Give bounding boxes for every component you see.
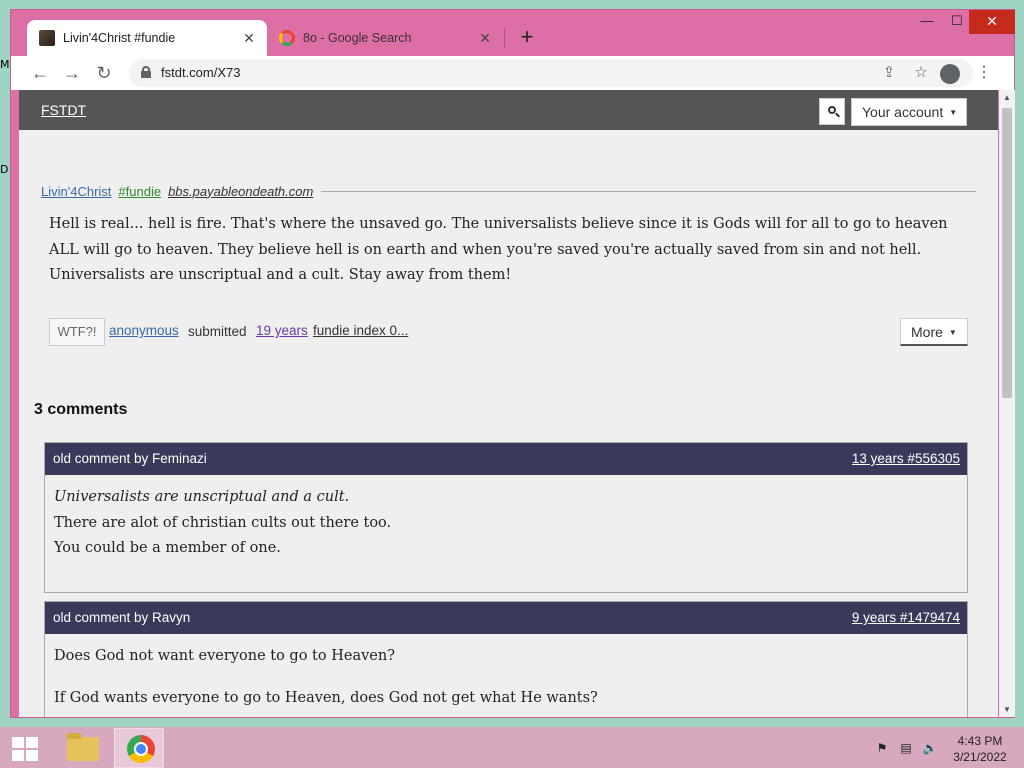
title-bar: Livin'4Christ #fundie ✕ 8o - Google Sear… xyxy=(11,10,1015,56)
site-header: FSTDT Your account ▼ xyxy=(19,90,998,130)
google-favicon-icon xyxy=(279,30,295,46)
folder-icon xyxy=(67,733,99,761)
chrome-icon xyxy=(127,735,155,763)
tab-close-icon[interactable]: ✕ xyxy=(239,30,259,47)
back-button[interactable]: ← xyxy=(27,60,53,86)
clock-date: 3/21/2022 xyxy=(953,750,1007,764)
tab-separator xyxy=(504,28,505,48)
meta-divider xyxy=(321,190,976,192)
windows-logo-icon xyxy=(12,737,24,748)
volume-icon[interactable]: 🔈 xyxy=(922,741,938,755)
account-button[interactable]: Your account ▼ xyxy=(851,98,967,126)
search-button[interactable] xyxy=(819,98,845,125)
scroll-up-icon[interactable]: ▲ xyxy=(1003,93,1011,102)
reload-button[interactable]: ↻ xyxy=(91,60,117,86)
comment-author: old comment by Feminazi xyxy=(53,451,207,466)
new-tab-button[interactable]: + xyxy=(515,26,539,50)
caret-down-icon: ▼ xyxy=(949,108,958,117)
submitter-link[interactable]: anonymous xyxy=(109,323,179,338)
comment-header: old comment by Ravyn 9 years #1479474 xyxy=(45,602,967,634)
wtf-button[interactable]: WTF?! xyxy=(49,318,105,346)
comment-body: Does God not want everyone to go to Heav… xyxy=(45,634,967,711)
comment-card: old comment by Ravyn 9 years #1479474 Do… xyxy=(44,601,968,717)
comments-heading: 3 comments xyxy=(34,401,128,418)
minimize-button[interactable]: — xyxy=(911,10,943,34)
comment-body: Universalists are unscriptual and a cult… xyxy=(45,475,967,562)
comment-line: There are alot of christian cults out th… xyxy=(54,514,392,531)
fundie-index-link[interactable]: fundie index 0... xyxy=(313,323,408,338)
comment-line: You could be a member of one. xyxy=(54,540,281,556)
taskbar: ⚑ ▤ 🔈 4:43 PM 3/21/2022 xyxy=(0,727,1024,768)
more-label: More xyxy=(911,324,943,340)
tab-google-search[interactable]: 8o - Google Search ✕ xyxy=(267,20,503,56)
site-brand-link[interactable]: FSTDT xyxy=(41,102,86,118)
profile-icon[interactable] xyxy=(940,64,960,84)
comment-permalink[interactable]: 13 years #556305 xyxy=(852,451,960,466)
forward-button[interactable]: → xyxy=(59,60,85,86)
close-window-button[interactable]: ✕ xyxy=(969,10,1015,34)
more-button[interactable]: More ▼ xyxy=(900,318,968,346)
comment-quote-line: Universalists are unscriptual and a cult… xyxy=(54,489,350,505)
post-source-link[interactable]: bbs.payableondeath.com xyxy=(168,184,313,199)
post-author-link[interactable]: Livin'4Christ xyxy=(41,184,111,199)
page-content: FSTDT Your account ▼ Livin'4Christ #fundi… xyxy=(19,90,998,717)
flag-icon[interactable]: ⚑ xyxy=(874,741,890,755)
post-quote: Hell is real... hell is fire. That's whe… xyxy=(49,216,948,283)
submitted-text: submitted xyxy=(188,324,247,339)
tab-title: Livin'4Christ #fundie xyxy=(63,31,176,45)
comment-header: old comment by Feminazi 13 years #556305 xyxy=(45,443,967,475)
scroll-down-icon[interactable]: ▼ xyxy=(1003,705,1011,714)
post-actions: WTF?! anonymous submitted 19 years fundi… xyxy=(49,318,969,346)
comment-line: If God wants everyone to go to Heaven, d… xyxy=(54,689,598,706)
windows-logo-icon xyxy=(26,750,38,761)
comment-line: Does God not want everyone to go to Heav… xyxy=(54,648,395,664)
windows-logo-icon xyxy=(26,737,38,748)
kebab-menu-icon[interactable]: ⋮ xyxy=(973,61,995,85)
star-icon[interactable]: ☆ xyxy=(911,63,931,83)
network-icon[interactable]: ▤ xyxy=(898,741,914,755)
tab-livin4christ[interactable]: Livin'4Christ #fundie ✕ xyxy=(27,20,267,56)
post-age-link[interactable]: 19 years xyxy=(256,323,308,338)
taskbar-file-explorer[interactable] xyxy=(58,728,108,768)
tab-close-icon[interactable]: ✕ xyxy=(475,30,495,47)
post-tag-link[interactable]: #fundie xyxy=(118,184,161,199)
address-bar[interactable]: fstdt.com/X73 ⇪ ☆ xyxy=(129,59,973,87)
comment-permalink[interactable]: 9 years #1479474 xyxy=(852,610,960,625)
start-button[interactable] xyxy=(12,737,38,761)
browser-window: Livin'4Christ #fundie ✕ 8o - Google Sear… xyxy=(10,9,1015,718)
windows-logo-icon xyxy=(12,750,24,761)
comment-card: old comment by Feminazi 13 years #556305… xyxy=(44,442,968,593)
comment-author: old comment by Ravyn xyxy=(53,610,191,625)
scrollbar-thumb[interactable] xyxy=(1002,108,1012,398)
caret-down-icon: ▼ xyxy=(948,328,957,337)
tab-title: 8o - Google Search xyxy=(303,31,412,45)
url-text: fstdt.com/X73 xyxy=(161,65,241,80)
browser-toolbar: ← → ↻ fstdt.com/X73 ⇪ ☆ ⋮ xyxy=(11,56,1014,90)
site-favicon-icon xyxy=(39,30,55,46)
search-icon-handle xyxy=(835,112,840,118)
taskbar-chrome[interactable] xyxy=(114,728,164,768)
system-clock[interactable]: 4:43 PM 3/21/2022 xyxy=(950,733,1010,765)
post-meta: Livin'4Christ #fundie bbs.payableondeath… xyxy=(41,182,976,200)
page-scrollbar[interactable]: ▲ ▼ xyxy=(999,90,1015,717)
lock-icon xyxy=(141,66,151,78)
clock-time: 4:43 PM xyxy=(957,734,1003,748)
account-label: Your account xyxy=(862,104,944,120)
share-icon[interactable]: ⇪ xyxy=(879,63,899,83)
